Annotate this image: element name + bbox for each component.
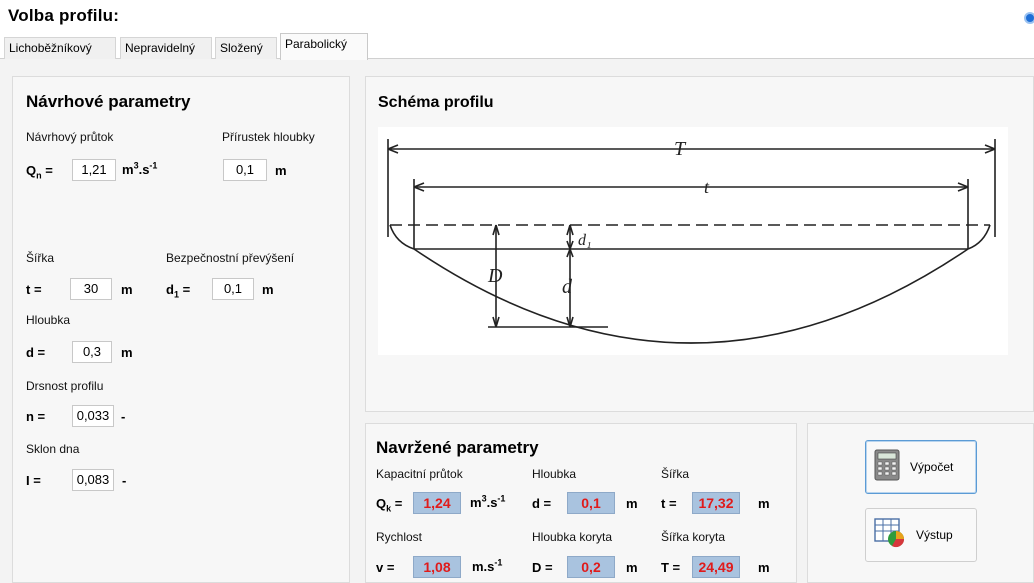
output-button-label: Výstup — [916, 528, 953, 542]
channel-width-output: 24,49 — [692, 556, 740, 578]
speed-label: Rychlost — [376, 530, 423, 544]
dim-D-label: D — [487, 265, 503, 287]
dim-T-label: T — [674, 138, 687, 160]
compute-button[interactable]: Výpočet — [865, 440, 977, 494]
window-title: Volba profilu: — [8, 6, 120, 25]
freeboard-input[interactable]: 0,1 — [212, 278, 254, 300]
tab-lichobeznikovy[interactable]: Lichoběžníkový — [4, 37, 116, 59]
tab-parabolicky[interactable]: Parabolický — [280, 33, 368, 60]
channel-depth-unit: m — [626, 560, 638, 575]
result-depth-label: Hloubka — [532, 467, 577, 481]
schema-heading: Schéma profilu — [378, 94, 494, 111]
tab-slozeny[interactable]: Složený — [215, 37, 277, 59]
capacity-label: Kapacitní průtok — [376, 467, 463, 481]
depth-increment-input[interactable]: 0,1 — [223, 159, 267, 181]
calculator-icon — [874, 449, 900, 486]
roughness-input[interactable]: 0,033 — [72, 405, 114, 427]
slope-symbol: I = — [26, 473, 41, 488]
capacity-unit: m3.s-1 — [470, 493, 506, 510]
result-width-label: Šířka — [661, 467, 690, 481]
freeboard-label: Bezpečnostní převýšení — [166, 251, 295, 265]
channel-depth-output: 0,2 — [567, 556, 615, 578]
radio-selected-icon[interactable] — [1024, 12, 1034, 24]
result-width-output: 17,32 — [692, 492, 740, 514]
depth-input[interactable]: 0,3 — [72, 341, 112, 363]
channel-width-unit: m — [758, 560, 770, 575]
compute-button-label: Výpočet — [910, 460, 954, 474]
depth-increment-label: Přírustek hloubky — [222, 130, 315, 144]
width-input[interactable]: 30 — [70, 278, 112, 300]
channel-width-label: Šířka koryta — [661, 530, 726, 544]
result-depth-symbol: d = — [532, 496, 552, 511]
depth-label: Hloubka — [26, 313, 71, 327]
slope-input[interactable]: 0,083 — [72, 469, 114, 491]
channel-width-symbol: T = — [661, 560, 681, 575]
tab-nepravidelny[interactable]: Nepravidelný — [120, 37, 212, 59]
channel-depth-label: Hloubka koryta — [532, 530, 613, 544]
slope-unit: - — [122, 473, 127, 488]
width-label: Šířka — [26, 251, 55, 265]
freeboard-unit: m — [262, 282, 274, 297]
depth-increment-unit: m — [275, 163, 287, 178]
dim-d1-label: d₁ — [578, 232, 592, 249]
result-depth-output: 0,1 — [567, 492, 615, 514]
results-heading: Navržené parametry — [376, 438, 539, 457]
capacity-output: 1,24 — [413, 492, 461, 514]
design-heading: Návrhové parametry — [26, 92, 191, 111]
width-unit: m — [121, 282, 133, 297]
design-parameters-panel — [12, 76, 350, 583]
flow-unit: m3.s-1 — [122, 160, 158, 177]
depth-unit: m — [121, 345, 133, 360]
profile-schema-diagram: T t d₁ D d — [378, 127, 1008, 355]
flow-label: Návrhový průtok — [26, 130, 114, 144]
result-width-unit: m — [758, 496, 770, 511]
dim-d-label: d — [562, 276, 573, 298]
speed-unit: m.s-1 — [472, 557, 503, 574]
width-symbol: t = — [26, 282, 42, 297]
output-button[interactable]: Výstup — [865, 508, 977, 562]
result-depth-unit: m — [626, 496, 638, 511]
roughness-label: Drsnost profilu — [26, 379, 104, 393]
channel-depth-symbol: D = — [532, 560, 553, 575]
roughness-unit: - — [121, 409, 126, 424]
parabolic-profile-drawing: T t d₁ D d — [387, 138, 996, 344]
result-width-symbol: t = — [661, 496, 677, 511]
report-chart-icon — [874, 517, 906, 553]
capacity-symbol: Qk = — [376, 496, 403, 514]
slope-label: Sklon dna — [26, 442, 80, 456]
profile-tabs: Lichoběžníkový Nepravidelný Složený Para… — [0, 33, 1034, 60]
speed-output: 1,08 — [413, 556, 461, 578]
roughness-symbol: n = — [26, 409, 46, 424]
freeboard-symbol: d1 = — [166, 282, 191, 300]
flow-input[interactable]: 1,21 — [72, 159, 116, 181]
speed-symbol: v = — [376, 560, 395, 575]
depth-symbol: d = — [26, 345, 46, 360]
flow-symbol: Qn = — [26, 163, 53, 181]
